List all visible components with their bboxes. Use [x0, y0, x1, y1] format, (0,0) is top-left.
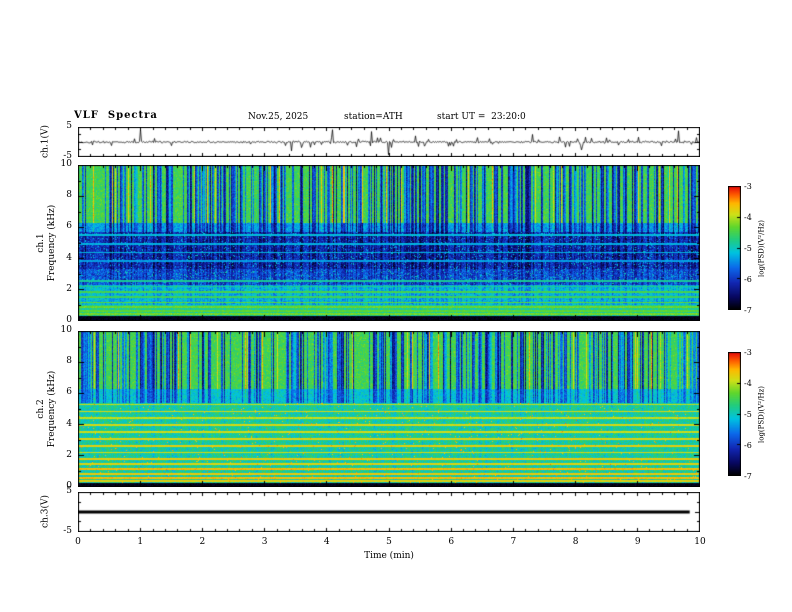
tick-label: 4	[66, 418, 72, 429]
tick-label: 1	[137, 537, 144, 547]
colorbar1-canvas	[728, 186, 741, 310]
tick-label: 4	[323, 537, 330, 547]
tick-label: 9	[634, 537, 641, 547]
tick-label: 5	[66, 486, 72, 496]
vlf-spectra-figure: VLF Spectra Nov.25, 2025 station=ATH sta…	[0, 0, 792, 612]
ch3v-axis-label-text: ch.3(V)	[40, 495, 51, 528]
tick-label: 5	[386, 537, 392, 547]
tick-label: -5	[63, 526, 72, 536]
tick-label: -6	[744, 441, 752, 450]
tick-label: 8	[572, 537, 579, 547]
tick-label: 5	[66, 121, 72, 131]
ch1-spectrogram-canvas	[78, 165, 700, 321]
tick-label: 2	[66, 283, 72, 294]
tick-label: 0	[75, 537, 81, 547]
tick-label: -4	[744, 379, 752, 388]
header-start-ut: start UT = 23:20:0	[437, 112, 526, 122]
header-station: station=ATH	[344, 112, 403, 122]
ch3-trace-canvas	[78, 492, 700, 532]
tick-label: 4	[66, 252, 72, 263]
tick-label: -7	[744, 472, 752, 481]
tick-label: 6	[66, 221, 72, 232]
tick-label: 3	[261, 537, 268, 547]
tick-label: -5	[744, 244, 752, 253]
tick-label: -5	[744, 410, 752, 419]
tick-label: 7	[510, 537, 517, 547]
tick-label: -7	[744, 306, 752, 315]
ch3v-axis-label: ch.3(V)	[41, 452, 52, 572]
tick-label: -6	[744, 275, 752, 284]
ch2-spectrogram-canvas	[78, 331, 700, 487]
header-date: Nov.25, 2025	[248, 112, 309, 122]
tick-label: 6	[448, 537, 455, 547]
tick-label: 2	[199, 537, 206, 547]
tick-label: 8	[66, 190, 72, 201]
tick-label: 10	[694, 537, 706, 547]
tick-label: -3	[744, 182, 752, 191]
tick-label: -3	[744, 348, 752, 357]
colorbar2-canvas	[728, 352, 741, 476]
tick-label: 10	[60, 325, 72, 335]
tick-label: 8	[66, 356, 72, 367]
tick-label: 2	[66, 449, 72, 460]
tick-label: 10	[60, 159, 72, 169]
plot-title: VLF Spectra	[74, 110, 158, 121]
tick-label: 6	[66, 387, 72, 398]
time-axis-label: Time (min)	[364, 551, 414, 561]
tick-label: -4	[744, 213, 752, 222]
ch1-waveform-canvas	[78, 127, 700, 157]
